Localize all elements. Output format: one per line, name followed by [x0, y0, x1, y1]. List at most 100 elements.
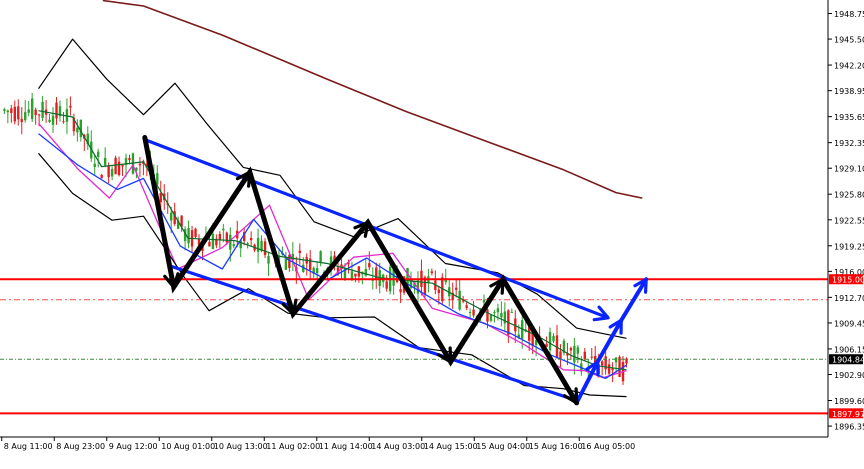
time-tick-label: 14 Aug 03:00 — [371, 442, 425, 451]
candle-body — [6, 110, 10, 113]
candle-body — [48, 119, 51, 122]
candle-body — [34, 109, 37, 116]
price-tick-label: 1948.75 — [834, 10, 864, 19]
candle-body — [62, 121, 65, 123]
candle-body — [170, 212, 173, 221]
candle-body — [614, 357, 618, 363]
time-tick-label: 14 Aug 15:00 — [424, 442, 478, 451]
candle-body — [500, 312, 503, 318]
candle-body — [110, 169, 114, 177]
candle-body — [315, 268, 319, 274]
candle-body — [121, 164, 124, 167]
candle-body — [267, 256, 270, 264]
time-tick-label: 8 Aug 11:00 — [4, 442, 53, 451]
candle-body — [37, 114, 41, 116]
candle-body — [472, 309, 475, 316]
price-tick-label: 1906.15 — [834, 345, 864, 354]
candle-body — [128, 158, 131, 160]
price-tick-label: 1929.10 — [834, 165, 864, 174]
candle-body — [576, 347, 580, 354]
candle-body — [218, 234, 222, 241]
candle-body — [138, 163, 142, 166]
candle-body — [482, 299, 486, 303]
candle-body — [573, 345, 576, 363]
candle-body — [194, 228, 197, 237]
candle-body — [489, 314, 493, 321]
candle-body — [117, 161, 121, 176]
candle-body — [437, 289, 441, 294]
candle-body — [548, 332, 552, 351]
candle-body — [156, 173, 159, 185]
price-tick-label: 1938.95 — [834, 87, 864, 96]
price-axis: 1948.75 1945.50 1942.20 1938.95 1935.65 1932.… — [827, 0, 864, 464]
candle-body — [249, 237, 253, 241]
candle-body — [27, 109, 30, 113]
candle-body — [10, 108, 13, 113]
candle-body — [368, 263, 371, 268]
time-tick-label: 10 Aug 01:00 — [161, 442, 215, 451]
candle-body — [187, 228, 190, 244]
candle-body — [3, 109, 6, 111]
chart-background — [0, 0, 864, 464]
candle-body — [41, 101, 44, 119]
candle-body — [486, 309, 489, 322]
candle-body — [583, 351, 586, 360]
candle-body — [465, 305, 468, 309]
candle-body — [222, 228, 225, 231]
resistance-label: 1915.00 — [832, 276, 864, 285]
candle-body — [232, 244, 235, 247]
candle-body — [93, 163, 96, 168]
candle-body — [69, 105, 72, 108]
candle-body — [103, 157, 107, 166]
time-axis: 8 Aug 11:00 8 Aug 23:00 9 Aug 12:00 10 Aug … — [0, 436, 864, 464]
candle-body — [493, 312, 496, 314]
time-tick-label: 8 Aug 23:00 — [56, 442, 105, 451]
candle-body — [600, 361, 604, 366]
time-tick-label: 15 Aug 04:00 — [476, 442, 530, 451]
price-tick-label: 1909.45 — [834, 319, 864, 328]
candle-body — [55, 102, 58, 119]
candle-body — [590, 356, 593, 358]
candle-body — [17, 106, 20, 120]
candle-body — [30, 98, 34, 120]
candle-body — [319, 251, 322, 262]
price-tick-label: 1899.60 — [834, 397, 864, 406]
chart-canvas[interactable]: 1948.75 1945.50 1942.20 1938.95 1935.65 1932.… — [0, 0, 864, 464]
time-tick-label: 16 Aug 05:00 — [581, 442, 635, 451]
time-tick-label: 9 Aug 12:00 — [109, 442, 158, 451]
time-tick-label: 11 Aug 14:00 — [319, 442, 373, 451]
candle-body — [229, 234, 232, 250]
price-tick-label: 1935.65 — [834, 113, 864, 122]
price-tick-label: 1919.25 — [834, 242, 864, 251]
candle-body — [468, 311, 472, 313]
candle-body — [510, 311, 514, 313]
candle-body — [430, 271, 434, 274]
candle-body — [298, 250, 301, 254]
candle-body — [385, 281, 388, 289]
price-chart[interactable]: 1948.75 1945.50 1942.20 1938.95 1935.65 1932.… — [0, 0, 864, 464]
time-tick-label: 10 Aug 13:00 — [214, 442, 268, 451]
candle-body — [79, 119, 83, 138]
candle-body — [208, 241, 211, 247]
candle-body — [13, 106, 17, 122]
candle-body — [454, 287, 458, 290]
candle-body — [24, 112, 27, 121]
candle-body — [159, 192, 162, 203]
candle-body — [225, 232, 229, 243]
candle-body — [552, 335, 555, 342]
candle-body — [76, 127, 79, 133]
candle-body — [20, 118, 23, 123]
price-tick-label: 1912.70 — [834, 294, 864, 303]
candle-body — [618, 356, 621, 377]
candle-body — [114, 157, 117, 175]
current-price-label: 1904.84 — [832, 356, 864, 365]
candle-body — [107, 165, 110, 178]
candle-body — [211, 233, 215, 249]
price-tick-label: 1945.50 — [834, 36, 864, 45]
candle-body — [399, 289, 402, 293]
time-tick-label: 11 Aug 02:00 — [266, 442, 320, 451]
candle-body — [256, 238, 260, 252]
candle-body — [496, 308, 500, 313]
candle-body — [559, 351, 562, 360]
price-tick-label: 1896.35 — [834, 423, 864, 432]
